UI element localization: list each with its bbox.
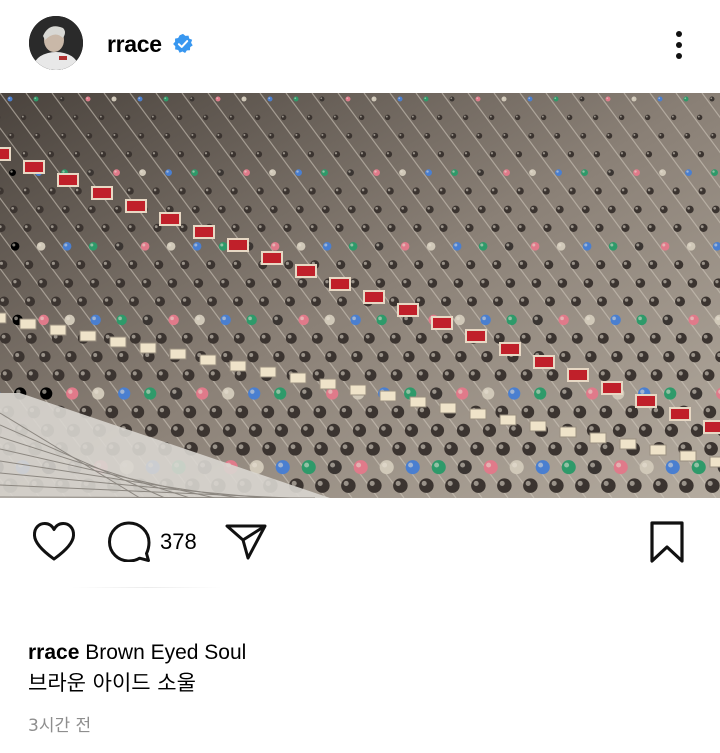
comment-icon[interactable] [107,520,151,562]
post-header: rrace [0,0,720,92]
caption: rrace Brown Eyed Soul [28,638,246,667]
bookmark-icon[interactable] [648,519,686,565]
action-bar: 378 [0,498,720,588]
heart-icon[interactable] [31,520,77,562]
caption-text: Brown Eyed Soul [85,641,247,664]
verified-badge-icon [173,33,193,53]
caption-text-korean: 브라운 아이드 소울 [28,671,196,695]
mixing-console-photo [0,93,720,498]
divider [72,587,222,588]
timestamp[interactable]: 3시간 전 [28,711,91,736]
send-icon[interactable] [224,520,268,562]
avatar-image [29,16,83,70]
more-vertical-icon[interactable] [664,26,694,66]
comment-count[interactable]: 378 [160,529,197,555]
post-image[interactable] [0,93,720,498]
caption-username[interactable]: rrace [28,641,79,664]
avatar[interactable] [29,16,83,70]
username[interactable]: rrace [107,31,162,58]
